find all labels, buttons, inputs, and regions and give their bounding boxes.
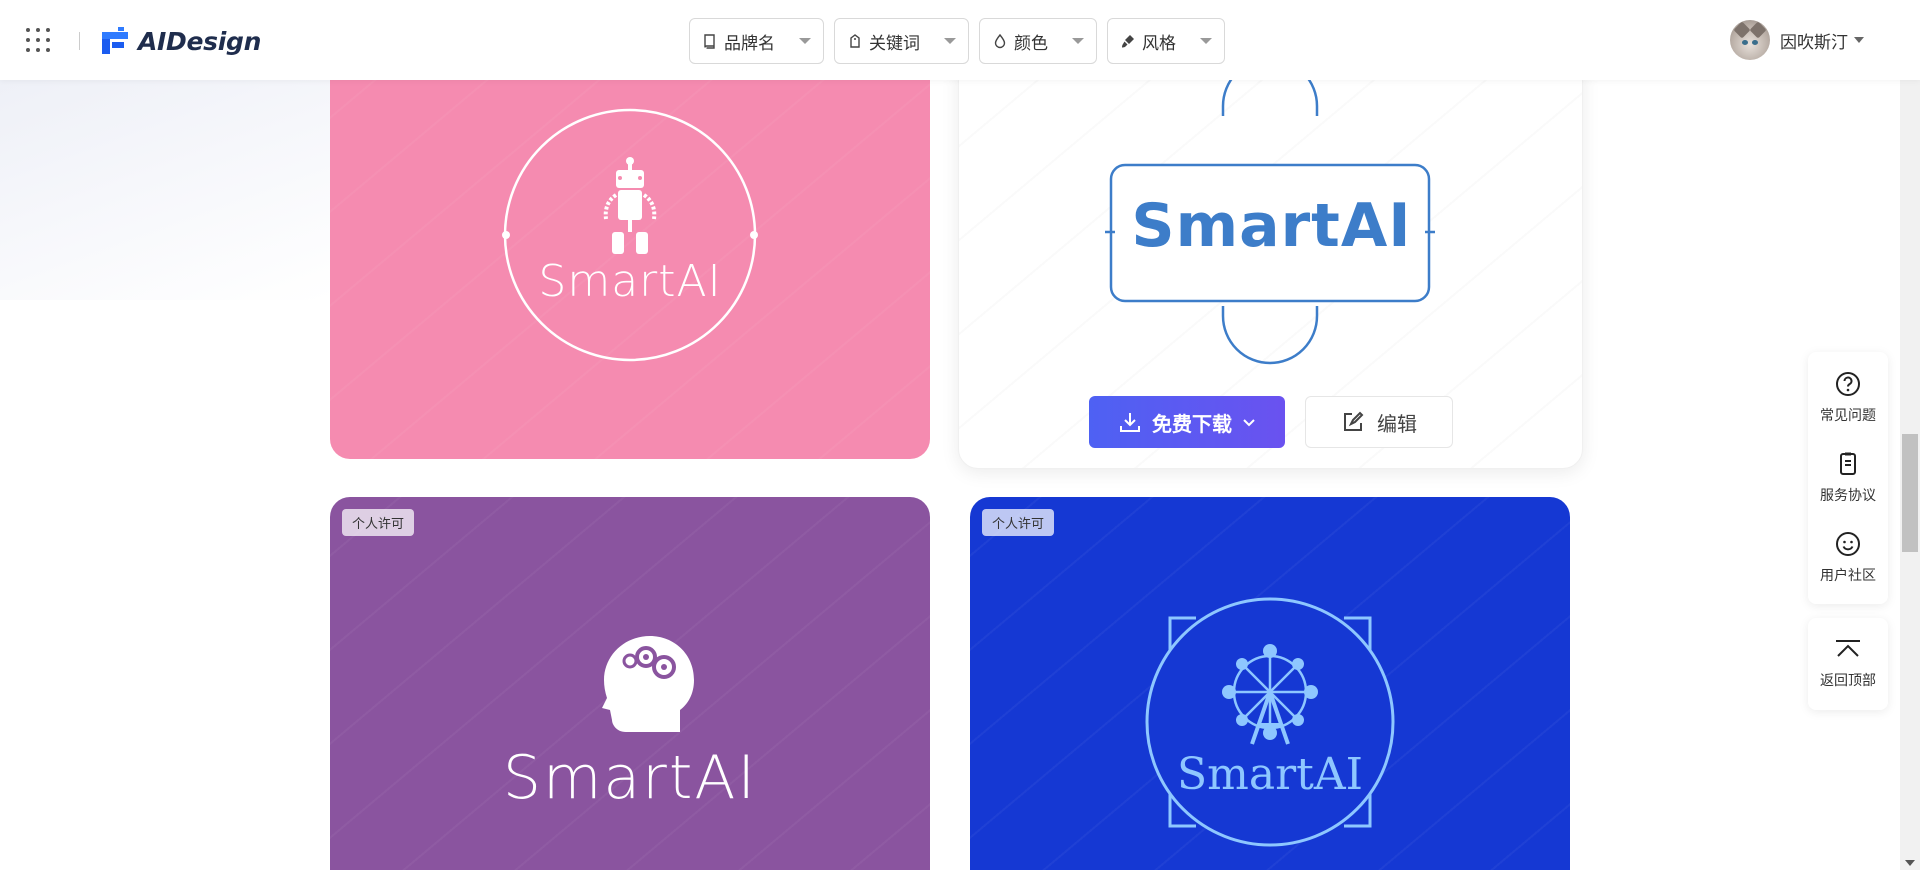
chevron-down-icon [1243, 419, 1255, 427]
back-to-top-group: 返回顶部 [1808, 618, 1888, 710]
filter-color[interactable]: 颜色 [979, 18, 1097, 64]
brand-mark-icon [102, 27, 128, 54]
logo-preview [502, 108, 758, 362]
faq-button[interactable]: 常见问题 [1808, 358, 1888, 438]
user-menu[interactable]: 因吹斯汀 [1730, 20, 1864, 60]
page-scrollbar[interactable] [1900, 74, 1920, 870]
apps-grid-icon[interactable] [26, 28, 52, 54]
filter-label: 颜色 [1014, 33, 1048, 53]
filter-brand-name[interactable]: 品牌名 [689, 18, 824, 64]
caret-down-icon [1072, 38, 1084, 44]
logo-preview [602, 636, 694, 732]
filter-label: 风格 [1142, 33, 1176, 53]
side-label: 常见问题 [1820, 407, 1876, 423]
top-navbar: AIDesign 品牌名 关键词 颜色 风格 因吹斯汀 [0, 0, 1920, 80]
logo-card[interactable]: SmartAI [330, 50, 930, 459]
user-name: 因吹斯汀 [1780, 32, 1848, 52]
caret-down-icon [944, 38, 956, 44]
logo-text: SmartAI [502, 743, 758, 813]
filter-keyword[interactable]: 关键词 [834, 18, 969, 64]
edit-label: 编辑 [1377, 413, 1417, 436]
logo-preview [1145, 597, 1395, 847]
side-label: 返回顶部 [1820, 672, 1876, 688]
smile-icon [1836, 532, 1860, 556]
edit-icon [1344, 411, 1364, 431]
filter-style[interactable]: 风格 [1107, 18, 1225, 64]
brand-logo[interactable]: AIDesign [100, 24, 261, 58]
free-download-button[interactable]: 免费下载 [1089, 396, 1285, 448]
robot-icon [603, 157, 657, 254]
logo-text: SmartAI [538, 256, 722, 307]
side-toolbar: 常见问题 服务协议 用户社区 返回顶部 [1808, 352, 1888, 710]
brush-icon [1120, 33, 1136, 49]
filter-label: 关键词 [869, 33, 920, 53]
book-icon [702, 33, 718, 49]
filter-label: 品牌名 [724, 33, 775, 53]
caret-down-icon [1200, 38, 1212, 44]
download-label: 免费下载 [1152, 413, 1232, 436]
question-icon [1836, 372, 1860, 396]
caret-down-icon [1854, 37, 1864, 43]
brand-name: AIDesign [138, 26, 262, 56]
logo-card[interactable]: 个人许可 SmartAI [330, 497, 930, 870]
back-to-top-button[interactable]: 返回顶部 [1808, 624, 1888, 704]
logo-text: SmartAI [1131, 191, 1412, 261]
download-icon [1120, 413, 1140, 432]
document-icon [1840, 452, 1856, 475]
side-tools-group: 常见问题 服务协议 用户社区 [1808, 352, 1888, 604]
drop-icon [992, 33, 1008, 49]
logo-card[interactable]: 个人许可 SmartAI [970, 497, 1570, 870]
side-label: 用户社区 [1820, 567, 1876, 583]
edit-button[interactable]: 编辑 [1305, 396, 1453, 448]
background-shade [0, 80, 330, 300]
scroll-down-arrow-icon[interactable] [1905, 860, 1915, 866]
arrow-top-icon [1836, 640, 1860, 657]
avatar[interactable] [1730, 20, 1770, 60]
brain-gears-icon [602, 636, 694, 732]
tag-icon [847, 33, 863, 49]
header-divider [79, 32, 80, 50]
filter-bar: 品牌名 关键词 颜色 风格 [689, 18, 1225, 64]
logo-card-selected[interactable]: SmartAI 免费下载 编辑 [958, 50, 1583, 469]
logo-text: SmartAI [1177, 749, 1363, 800]
caret-down-icon [799, 38, 811, 44]
service-agreement-button[interactable]: 服务协议 [1808, 438, 1888, 518]
side-label: 服务协议 [1820, 487, 1876, 503]
user-community-button[interactable]: 用户社区 [1808, 518, 1888, 598]
scroll-thumb[interactable] [1902, 434, 1918, 552]
